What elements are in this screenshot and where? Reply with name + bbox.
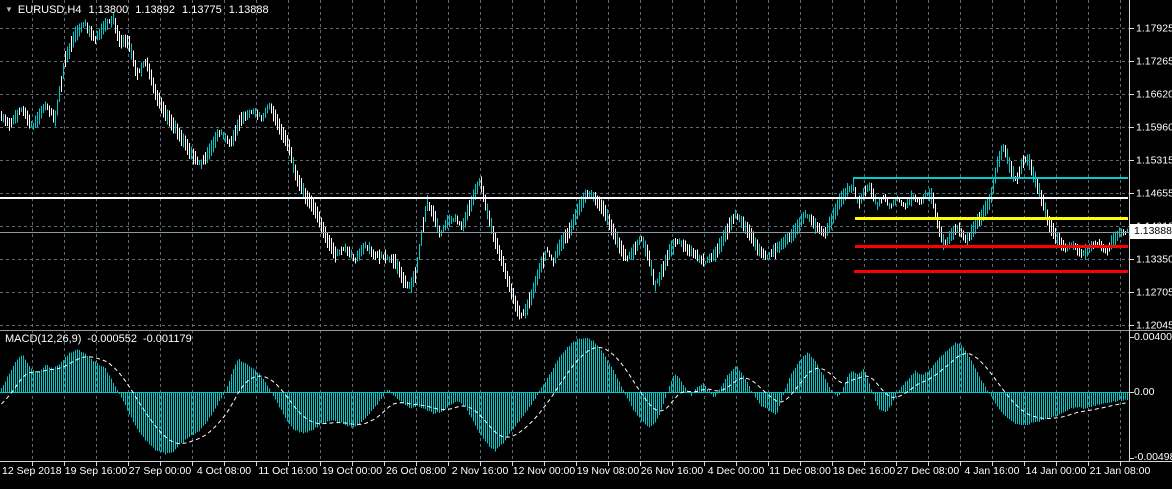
ohlc-close: 1.13888: [229, 4, 269, 16]
time-tick-label: 18 Dec 16:00: [833, 465, 895, 477]
macd-indicator-label: MACD(12,26,9) -0.000552 -0.001179: [5, 333, 192, 345]
time-tick-label: 26 Nov 16:00: [641, 465, 703, 477]
time-tick-label: 11 Oct 16:00: [258, 465, 317, 477]
support-line-red-2: [854, 270, 1128, 273]
time-axis[interactable]: 12 Sep 201819 Sep 16:0027 Sep 00:00 4 Oct…: [0, 465, 1172, 485]
chart-canvas[interactable]: 1.17925 1.17265 1.16620 1.15960 1.15315 1.146…: [0, 0, 1172, 489]
current-price-marker: 1.13888: [1130, 224, 1172, 239]
ohlc-high: 1.13892: [135, 4, 175, 16]
macd-signal-value: -0.001179: [143, 333, 192, 345]
price-bars[interactable]: [2, 13, 1128, 320]
time-tick-label: 26 Oct 08:00: [386, 465, 446, 477]
time-tick-label: 19 Nov 08:00: [577, 465, 639, 477]
time-tick-label: 12 Nov 00:00: [513, 465, 575, 477]
time-tick-label: 2 Nov 16:00: [452, 465, 509, 477]
time-tick-label: 21 Jan 08:00: [1090, 465, 1151, 477]
time-tick-label: 27 Sep 00:00: [129, 465, 191, 477]
time-tick-label: 14 Jan 00:00: [1026, 465, 1087, 477]
macd-histogram[interactable]: [0, 338, 1129, 455]
chart-header: ▼ EURUSD,H4 1.13800 1.13892 1.13775 1.13888: [5, 4, 269, 16]
price-tick-label: 1.17265: [1136, 56, 1172, 68]
price-tick-label: 1.15315: [1136, 155, 1172, 167]
price-tick-label: 1.13350: [1136, 254, 1172, 266]
ohlc-low: 1.13775: [182, 4, 222, 16]
macd-main-value: -0.000552: [87, 333, 137, 345]
price-tick-label: 1.15960: [1136, 122, 1172, 134]
symbol-dropdown-icon[interactable]: ▼: [5, 5, 13, 14]
resistance-line-cyan: [853, 177, 1128, 179]
pivot-line-yellow: [855, 217, 1128, 220]
time-tick-label: 4 Oct 08:00: [197, 465, 251, 477]
time-tick-label: 12 Sep 2018: [2, 465, 62, 477]
time-tick-label: 11 Dec 08:00: [769, 465, 831, 477]
time-tick-label: 4 Jan 16:00: [965, 465, 1020, 477]
price-tick-label: 1.14655: [1136, 188, 1172, 200]
price-tick-label: 1.17925: [1136, 23, 1172, 35]
symbol-timeframe: EURUSD,H4: [18, 4, 82, 16]
time-tick-label: 19 Sep 16:00: [65, 465, 127, 477]
major-line-white: [0, 197, 1128, 199]
price-tick-label: 1.16620: [1136, 89, 1172, 101]
macd-axis-min: -0.00498: [1134, 451, 1172, 463]
support-line-red-1: [855, 245, 1128, 248]
time-tick-label: 19 Oct 00:00: [322, 465, 382, 477]
mt4-chart-window: 1.17925 1.17265 1.16620 1.15960 1.15315 1.146…: [0, 0, 1172, 489]
macd-name: MACD(12,26,9): [5, 333, 81, 345]
time-tick-label: 4 Dec 00:00: [708, 465, 765, 477]
macd-axis-max: 0.004009: [1134, 331, 1172, 343]
price-tick-label: 1.12045: [1136, 320, 1172, 332]
time-tick-label: 27 Dec 08:00: [897, 465, 959, 477]
ohlc-open: 1.13800: [89, 4, 129, 16]
macd-axis-zero: 0.00: [1134, 386, 1154, 398]
price-tick-label: 1.12705: [1136, 287, 1172, 299]
